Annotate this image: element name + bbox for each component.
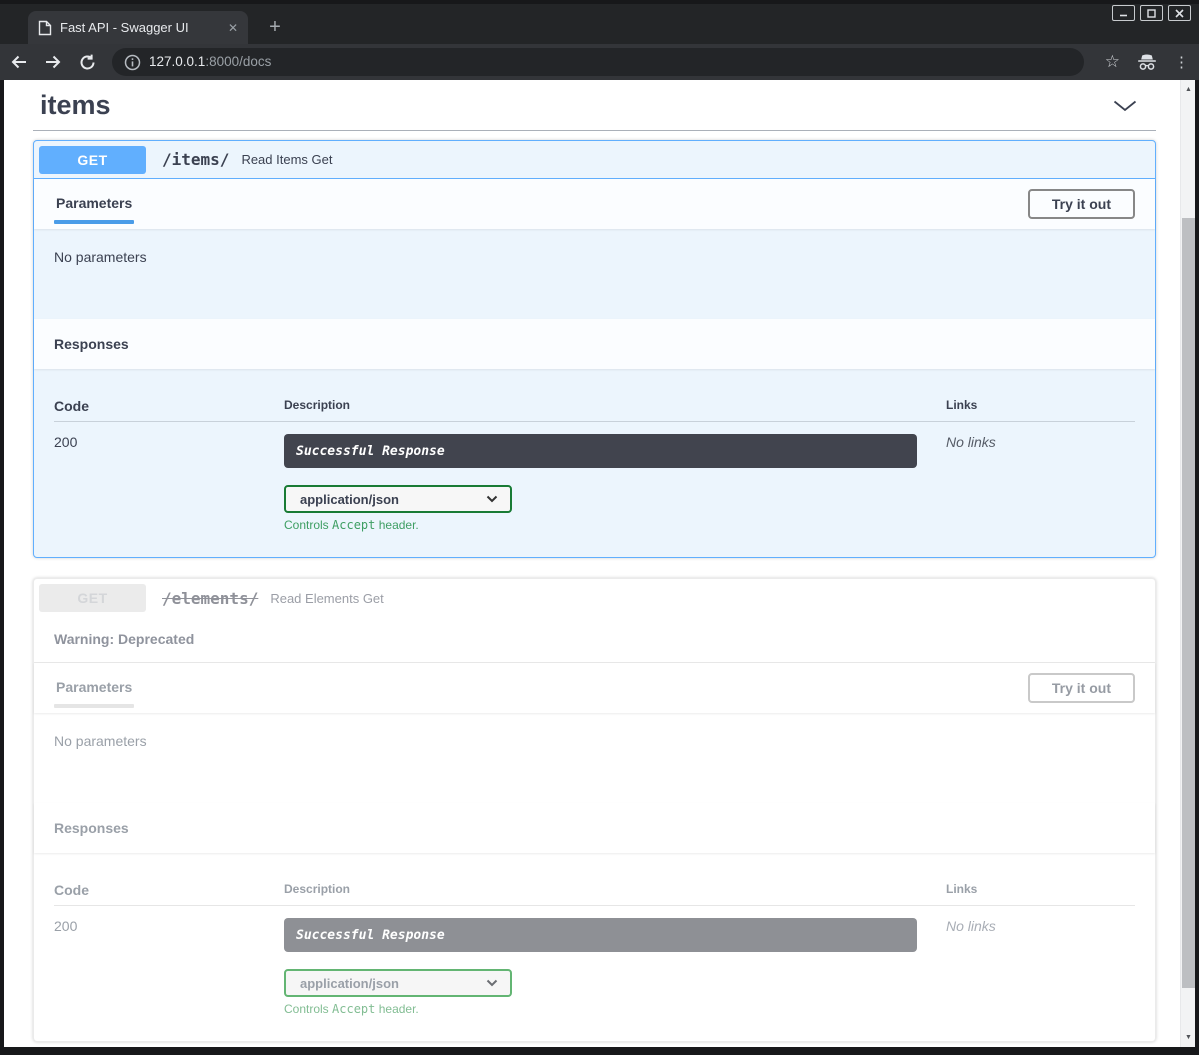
scrollbar[interactable]: ▲ ▼ — [1180, 80, 1195, 1047]
maximize-button[interactable] — [1140, 5, 1163, 21]
tab-close-icon[interactable]: ✕ — [228, 21, 238, 35]
endpoint-description: Read Elements Get — [270, 591, 383, 606]
response-description-panel: Successful Response — [284, 434, 917, 468]
responses-header: Responses — [34, 803, 1155, 853]
response-code: 200 — [54, 434, 284, 532]
browser-toolbar: 127.0.0.1:8000/docs ☆ ⋮ — [0, 44, 1199, 80]
tag-divider — [33, 130, 1156, 131]
links-header: Links — [946, 882, 1135, 898]
code-header: Code — [54, 398, 284, 414]
accept-header-note: Controls Accept header. — [284, 1002, 946, 1016]
scroll-down-icon[interactable]: ▼ — [1181, 1030, 1195, 1045]
new-tab-button[interactable]: + — [262, 14, 288, 40]
endpoint-path: /elements/ — [146, 589, 270, 608]
responses-title: Responses — [54, 820, 129, 836]
responses-body: Code Description Links 200 Successful Re… — [34, 369, 1155, 557]
try-it-out-button[interactable]: Try it out — [1028, 189, 1135, 219]
endpoint-get-elements-deprecated: GET /elements/ Read Elements Get Warning… — [33, 578, 1156, 1042]
chevron-down-icon[interactable] — [1113, 100, 1137, 112]
response-links: No links — [946, 434, 1135, 532]
endpoint-description: Read Items Get — [241, 152, 332, 167]
menu-dots-icon[interactable]: ⋮ — [1174, 53, 1189, 71]
response-code: 200 — [54, 918, 284, 1016]
endpoint-summary[interactable]: GET /elements/ Read Elements Get — [34, 579, 1155, 617]
url-host: 127.0.0.1 — [149, 54, 205, 69]
try-it-out-button[interactable]: Try it out — [1028, 673, 1135, 703]
tag-section-header[interactable]: items — [33, 88, 1156, 121]
endpoint-summary[interactable]: GET /items/ Read Items Get — [34, 141, 1155, 179]
description-header: Description — [284, 882, 946, 898]
select-chevron-icon — [486, 979, 498, 987]
accept-header-note: Controls Accept header. — [284, 518, 946, 532]
responses-table-header: Code Description Links — [54, 398, 1135, 422]
forward-button[interactable] — [38, 47, 68, 77]
incognito-icon — [1136, 52, 1158, 72]
page-content: items GET /items/ Read Items Get Paramet… — [4, 80, 1195, 1047]
bookmark-star-icon[interactable]: ☆ — [1105, 52, 1120, 72]
deprecated-warning: Warning: Deprecated — [34, 617, 1155, 663]
response-links: No links — [946, 918, 1135, 1016]
response-row: 200 Successful Response application/json — [54, 906, 1135, 1016]
responses-header: Responses — [34, 319, 1155, 369]
code-header: Code — [54, 882, 284, 898]
tab-title: Fast API - Swagger UI — [60, 20, 220, 35]
tab-parameters[interactable]: Parameters — [54, 185, 134, 224]
back-button[interactable] — [4, 47, 34, 77]
response-row: 200 Successful Response application/json — [54, 422, 1135, 532]
media-type-value: application/json — [300, 492, 399, 507]
active-tab-underline — [54, 704, 134, 708]
select-chevron-icon — [486, 495, 498, 503]
tag-title: items — [40, 90, 111, 121]
no-parameters-text: No parameters — [54, 249, 147, 265]
responses-body: Code Description Links 200 Successful Re… — [34, 853, 1155, 1041]
method-badge: GET — [39, 146, 146, 174]
parameters-header: Parameters Try it out — [34, 663, 1155, 713]
scroll-up-icon[interactable]: ▲ — [1181, 82, 1195, 97]
close-button[interactable] — [1168, 5, 1191, 21]
active-tab-underline — [54, 220, 134, 224]
page-icon — [38, 20, 52, 36]
endpoint-get-items: GET /items/ Read Items Get Parameters Tr… — [33, 140, 1156, 558]
toolbar-actions: ☆ ⋮ — [1105, 44, 1189, 80]
response-description-panel: Successful Response — [284, 918, 917, 952]
method-badge: GET — [39, 584, 146, 612]
tab-parameters[interactable]: Parameters — [54, 669, 134, 708]
responses-title: Responses — [54, 336, 129, 352]
media-type-value: application/json — [300, 976, 399, 991]
minimize-button[interactable] — [1112, 5, 1135, 21]
endpoint-path: /items/ — [146, 150, 241, 169]
scrollbar-thumb[interactable] — [1182, 218, 1195, 988]
media-type-select[interactable]: application/json — [284, 485, 512, 513]
no-parameters-text: No parameters — [54, 733, 147, 749]
responses-table-header: Code Description Links — [54, 882, 1135, 906]
browser-tab[interactable]: Fast API - Swagger UI ✕ — [28, 11, 248, 44]
parameters-header: Parameters Try it out — [34, 179, 1155, 229]
description-header: Description — [284, 398, 946, 414]
url-text[interactable]: 127.0.0.1:8000/docs — [149, 53, 271, 71]
parameters-body: No parameters — [34, 713, 1155, 803]
address-bar[interactable]: 127.0.0.1:8000/docs — [112, 48, 1084, 76]
parameters-body: No parameters — [34, 229, 1155, 319]
info-icon[interactable] — [124, 54, 141, 71]
window-controls — [1112, 5, 1191, 21]
links-header: Links — [946, 398, 1135, 414]
media-type-select[interactable]: application/json — [284, 969, 512, 997]
titlebar: Fast API - Swagger UI ✕ + — [0, 0, 1199, 44]
url-path: :8000/docs — [205, 54, 271, 69]
reload-button[interactable] — [72, 47, 102, 77]
